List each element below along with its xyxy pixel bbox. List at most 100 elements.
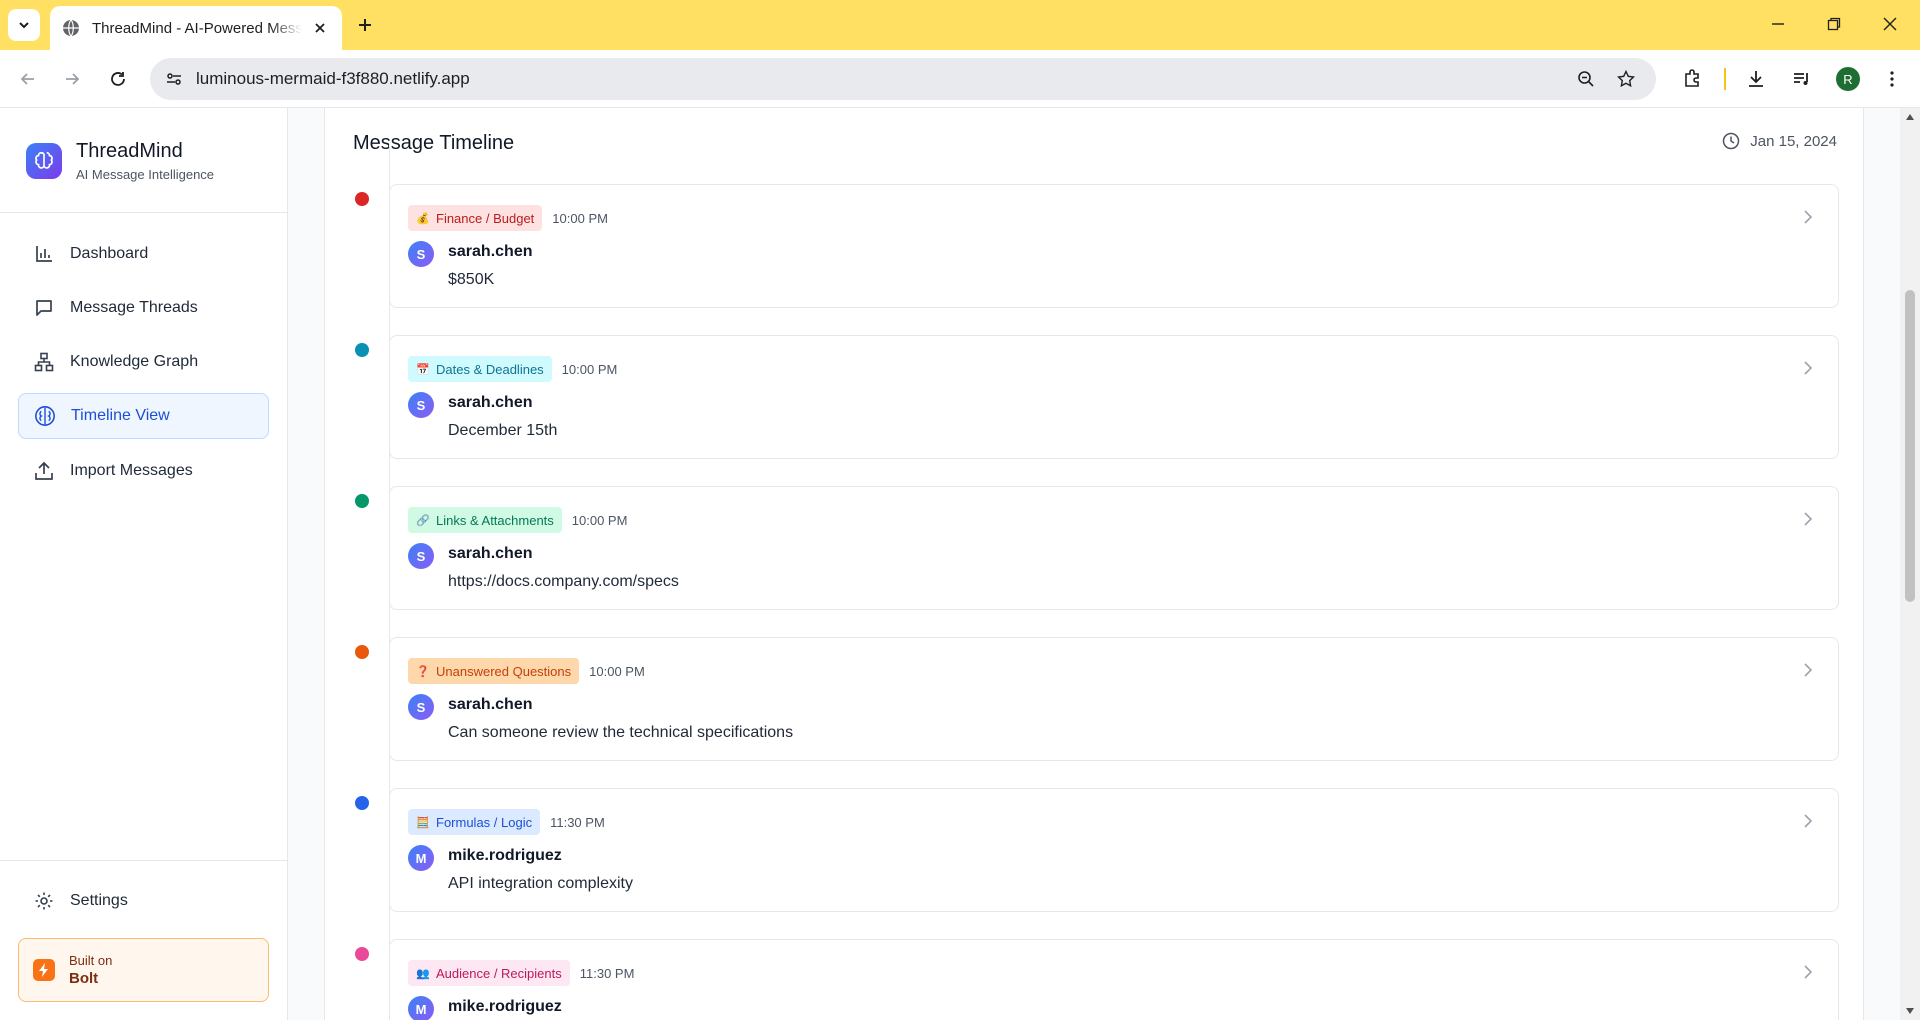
category-icon: 🔗 (416, 514, 430, 527)
built-on-bolt-badge[interactable]: Built on Bolt (18, 938, 269, 1002)
message-author: sarah.chen (448, 696, 533, 713)
brain-logo-icon (26, 143, 62, 179)
upload-icon (32, 459, 56, 483)
category-icon: 📅 (416, 363, 430, 376)
category-icon: 💰 (416, 212, 430, 225)
nav-label: Timeline View (71, 407, 170, 424)
category-badge: 📅 Dates & Deadlines (408, 356, 552, 382)
divider (0, 212, 287, 213)
browser-tab[interactable]: ThreadMind - AI-Powered Message Intellig… (50, 6, 342, 50)
avatar: M (408, 996, 434, 1020)
timeline-dot (355, 192, 369, 206)
close-window-icon[interactable] (1870, 8, 1910, 40)
message-author: mike.rodriguez (448, 847, 562, 864)
globe-icon (63, 19, 79, 37)
browser-toolbar: luminous-mermaid-f3f880.netlify.app R (0, 50, 1920, 108)
site-info-icon[interactable] (160, 65, 188, 93)
timeline-dot (355, 343, 369, 357)
scrollbar[interactable] (1900, 108, 1920, 1020)
message-text: Can someone review the technical specifi… (448, 724, 794, 741)
brain-icon (33, 404, 57, 428)
bookmark-star-icon[interactable] (1612, 65, 1640, 93)
nav-item-settings[interactable]: Settings (18, 878, 269, 924)
brand-subtitle: AI Message Intelligence (76, 167, 215, 182)
message-text: $850K (448, 271, 495, 288)
chevron-right-icon[interactable] (1800, 662, 1816, 678)
avatar: S (408, 543, 434, 569)
timeline-card[interactable]: 🧮 Formulas / Logic 11:30 PM Mmike.rodriguez… (389, 788, 1839, 912)
browser-tab-bar: ThreadMind - AI-Powered Message Intellig… (0, 0, 1920, 50)
category-label: Formulas / Logic (436, 814, 533, 830)
bar-chart-icon (32, 242, 56, 266)
zoom-icon[interactable] (1572, 65, 1600, 93)
nav-item-import-messages[interactable]: Import Messages (18, 448, 269, 494)
message-author: mike.rodriguez (448, 998, 562, 1015)
timeline-card[interactable]: 📅 Dates & Deadlines 10:00 PM Ssarah.chen Dec… (389, 335, 1839, 459)
minimize-icon[interactable] (1758, 8, 1798, 40)
timeline-card[interactable]: ❓ Unanswered Questions 10:00 PM Ssarah.chen… (389, 637, 1839, 761)
category-badge: 🔗 Links & Attachments (408, 507, 562, 533)
brand-name: ThreadMind (76, 140, 183, 162)
forward-icon[interactable] (58, 65, 86, 93)
category-icon: ❓ (416, 665, 430, 678)
avatar: S (408, 694, 434, 720)
profile-avatar[interactable]: R (1836, 67, 1860, 91)
nav-item-message-threads[interactable]: Message Threads (18, 285, 269, 331)
clock-icon (1722, 132, 1740, 150)
sidebar: ThreadMind AI Message Intelligence Dashb… (0, 108, 288, 1020)
nav-label: Import Messages (70, 462, 193, 479)
message-author: sarah.chen (448, 243, 533, 260)
more-menu-icon[interactable] (1878, 65, 1906, 93)
message-square-icon (32, 296, 56, 320)
date-text: Jan 15, 2024 (1750, 132, 1837, 150)
restore-icon[interactable] (1814, 8, 1854, 40)
timeline-card[interactable]: 👥 Audience / Recipients 11:30 PM Mmike.rodr… (389, 939, 1839, 1020)
extensions-icon[interactable] (1678, 65, 1706, 93)
url-text: luminous-mermaid-f3f880.netlify.app (196, 69, 470, 88)
timeline-card[interactable]: 🔗 Links & Attachments 10:00 PM Ssarah.chen h… (389, 486, 1839, 610)
message-time: 10:00 PM (561, 361, 618, 377)
network-icon (32, 350, 56, 374)
new-tab-icon[interactable] (352, 12, 378, 38)
scroll-thumb[interactable] (1905, 290, 1915, 602)
nav-item-knowledge-graph[interactable]: Knowledge Graph (18, 339, 269, 385)
chevron-right-icon[interactable] (1800, 209, 1816, 225)
category-label: Unanswered Questions (436, 663, 572, 679)
back-icon[interactable] (14, 65, 42, 93)
message-text: December 15th (448, 422, 558, 439)
download-icon[interactable] (1742, 65, 1770, 93)
timeline-card[interactable]: 💰 Finance / Budget 10:00 PM Ssarah.chen $850… (389, 184, 1839, 308)
divider (0, 860, 287, 861)
nav-label: Dashboard (70, 245, 149, 262)
category-label: Finance / Budget (436, 210, 535, 226)
message-time: 11:30 PM (579, 965, 635, 981)
message-text: API integration complexity (448, 875, 633, 892)
gear-icon (32, 889, 56, 913)
message-text: https://docs.company.com/specs (448, 573, 679, 590)
chevron-right-icon[interactable] (1800, 360, 1816, 376)
address-bar[interactable]: luminous-mermaid-f3f880.netlify.app (150, 58, 1656, 100)
scroll-down-icon[interactable] (1904, 1006, 1916, 1016)
nav-label: Message Threads (70, 299, 198, 316)
media-control-icon[interactable] (1788, 65, 1816, 93)
nav-item-timeline-view[interactable]: Timeline View (18, 393, 269, 439)
tab-search-button[interactable] (8, 9, 40, 41)
chevron-down-icon (19, 22, 29, 29)
scroll-up-icon[interactable] (1904, 112, 1916, 122)
bolt-caption: Built on (69, 953, 113, 968)
message-author: sarah.chen (448, 394, 533, 411)
chevron-right-icon[interactable] (1800, 964, 1816, 980)
category-badge: 👥 Audience / Recipients (408, 960, 570, 986)
category-badge: ❓ Unanswered Questions (408, 658, 580, 684)
bolt-name: Bolt (69, 970, 99, 987)
lightning-icon (33, 959, 55, 981)
brand[interactable]: ThreadMind AI Message Intelligence (26, 140, 214, 182)
message-time: 10:00 PM (552, 210, 608, 226)
nav-item-dashboard[interactable]: Dashboard (18, 231, 269, 277)
nav-label: Knowledge Graph (70, 353, 199, 370)
close-tab-icon[interactable] (310, 18, 330, 38)
chevron-right-icon[interactable] (1800, 511, 1816, 527)
reload-icon[interactable] (104, 65, 132, 93)
timeline-dot (355, 645, 369, 659)
chevron-right-icon[interactable] (1800, 813, 1816, 829)
